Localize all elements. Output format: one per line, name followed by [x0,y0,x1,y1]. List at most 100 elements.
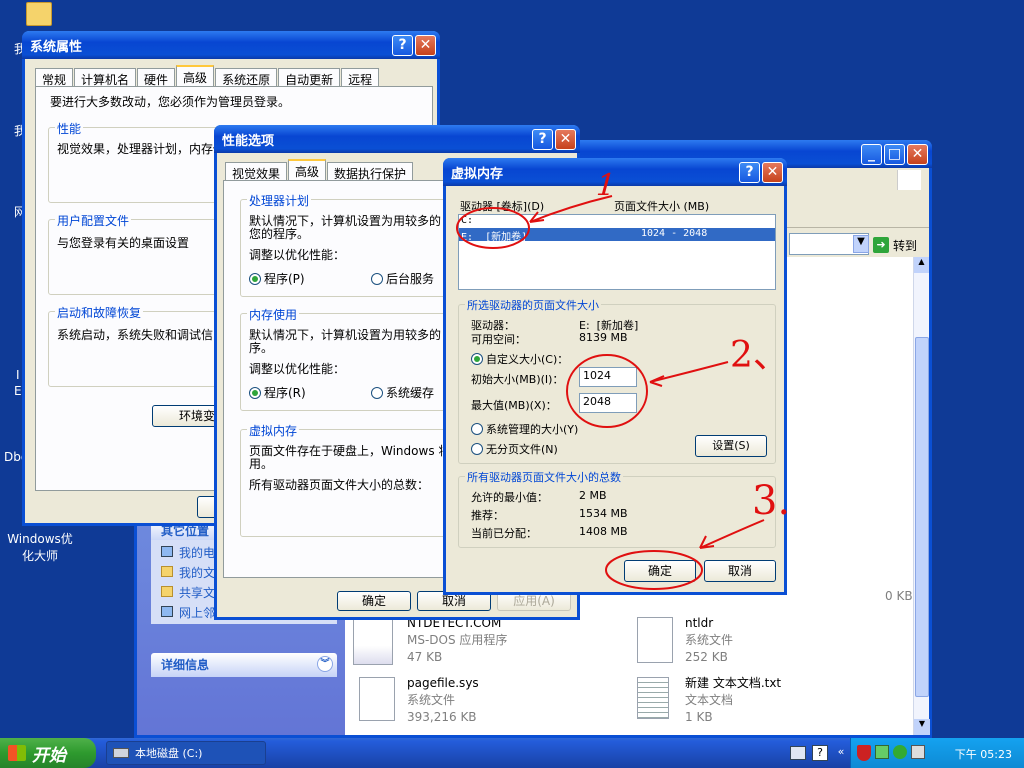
radio-system-managed[interactable]: 系统管理的大小(Y) [471,421,578,437]
max-size-label: 最大值(MB)(X)： [471,399,557,412]
sysprops-titlebar[interactable]: 系统属性 ? ✕ [22,31,440,59]
taskbar-task-local-disk[interactable]: 本地磁盘 (C:) [106,741,266,765]
space-value: 8139 MB [579,331,628,344]
start-label: 开始 [32,745,66,766]
places-link-my-computer[interactable]: 我的电 [161,544,215,561]
close-icon[interactable]: ✕ [555,128,576,150]
close-icon[interactable]: ✕ [762,161,783,183]
help-icon[interactable]: ? [392,34,413,56]
radio-dot[interactable] [371,272,383,285]
desktop-folder-icon[interactable] [26,2,52,26]
radio-dot[interactable] [471,423,483,435]
drive-row-c[interactable]: C: [459,215,775,228]
details-header[interactable]: 详细信息 ︾ [151,653,337,677]
group-text: 页面文件存在于硬盘上，Windows 将 [249,444,451,458]
close-icon[interactable]: ✕ [415,34,436,56]
radio-dot[interactable] [371,386,383,399]
radio-dot[interactable] [249,272,261,285]
help-icon[interactable]: ? [532,128,553,150]
chevron-expand-icon[interactable]: ︾ [317,656,333,672]
shield-icon[interactable] [857,745,871,761]
vertical-scrollbar[interactable]: ▲ ▼ [913,257,930,735]
go-label: 转到 [893,238,918,253]
group-text: 默认情况下，计算机设置为用较多的 [249,328,442,342]
radio-custom-size[interactable]: 自定义大小(C)： [471,351,568,367]
drive-list[interactable]: C: E: [新加卷] 1024 - 2048 [458,214,776,290]
windows-logo-icon [897,170,921,190]
antivirus-icon[interactable] [893,745,907,759]
current-allocated-label: 当前已分配： [471,527,537,540]
close-icon[interactable]: ✕ [907,143,928,165]
group-legend: 所选驱动器的页面文件大小 [465,297,601,313]
network-tray-icon[interactable] [875,745,889,759]
desktop-icon-label-fragment: E [14,384,22,398]
tray-collapse-icon[interactable]: « [834,745,848,761]
file-item[interactable]: NTDETECT.COM MS-DOS 应用程序 47 KB [407,615,507,666]
drive-icon [113,748,129,758]
file-icon-com[interactable] [353,617,393,665]
set-button[interactable]: 设置(S) [695,435,767,457]
tab-auto-update[interactable]: 自动更新 [278,68,341,87]
tab-computer-name[interactable]: 计算机名 [74,68,137,87]
chevron-down-icon[interactable]: ▼ [853,235,869,253]
window-title: 虚拟内存 [451,166,504,182]
tab-general[interactable]: 常规 [35,68,74,87]
group-text: 系统启动，系统失败和调试信， [57,328,226,342]
places-link-network[interactable]: 网上邻 [161,604,215,621]
desktop-icon-windows-optimizer[interactable]: Windows优 化大师 [2,530,78,564]
radio-programs[interactable]: 程序(P) [249,270,305,287]
places-link-shared[interactable]: 共享文 [161,584,215,601]
maximize-icon[interactable]: □ [884,143,905,165]
file-item[interactable]: ntldr 系统文件 252 KB [685,615,733,666]
file-item[interactable]: 新建 文本文档.txt 文本文档 1 KB [685,675,781,726]
radio-dot[interactable] [471,353,483,365]
perfopts-ok-button[interactable]: 确定 [337,591,411,611]
group-legend: 处理器计划 [247,192,312,209]
group-text: 视觉效果，处理器计划，内存使 [57,142,226,156]
file-icon-txt[interactable] [637,677,669,719]
file-icon-sys[interactable] [359,677,395,721]
tab-remote[interactable]: 远程 [341,68,380,87]
help-icon[interactable]: ? [739,161,760,183]
file-item[interactable]: pagefile.sys 系统文件 393,216 KB [407,675,479,726]
max-size-input[interactable]: 2048 [579,393,637,413]
keyboard-icon[interactable] [790,746,806,760]
initial-size-label: 初始大小(MB)(I)： [471,373,564,386]
radio-dot[interactable] [249,386,261,399]
go-button[interactable]: ➜ 转到 [873,235,927,255]
tab-hardware[interactable]: 硬件 [137,68,176,87]
help-tray-icon[interactable]: ? [812,745,828,761]
scrollbar-thumb[interactable] [915,337,929,697]
minimize-icon[interactable]: _ [861,143,882,165]
scrollbar-down-icon[interactable]: ▼ [914,719,930,735]
tab-advanced[interactable]: 高级 [288,159,327,180]
perfopts-titlebar[interactable]: 性能选项 ? ✕ [214,125,580,153]
tab-visual-effects[interactable]: 视觉效果 [225,162,288,181]
admin-note: 要进行大多数改动，您必须作为管理员登录。 [50,95,291,109]
radio-background-services[interactable]: 后台服务 [371,270,434,287]
radio-dot[interactable] [471,443,483,455]
tab-advanced[interactable]: 高级 [176,65,215,86]
places-link-my-documents[interactable]: 我的文 [161,564,215,581]
annotation-step-3: 3. [752,478,791,524]
radio-system-cache[interactable]: 系统缓存 [371,384,434,401]
clock[interactable]: 下午 05:23 [955,746,1012,762]
window-title: 性能选项 [222,133,275,149]
start-button[interactable]: 开始 [0,738,96,768]
volume-icon[interactable] [911,745,925,759]
drive-row-e[interactable]: E: [新加卷] 1024 - 2048 [459,228,775,243]
tab-system-restore[interactable]: 系统还原 [215,68,278,87]
radio-programs-memory[interactable]: 程序(R) [249,384,306,401]
group-text: 调整以优化性能： [249,248,346,262]
vmem-cancel-button[interactable]: 取消 [704,560,776,582]
scrollbar-up-icon[interactable]: ▲ [914,257,929,273]
selected-drive-group: 所选驱动器的页面文件大小 驱动器： E: [新加卷] 可用空间： 8139 MB… [458,297,776,464]
tab-dep[interactable]: 数据执行保护 [327,162,414,181]
file-icon-sys[interactable] [637,617,673,663]
initial-size-input[interactable]: 1024 [579,367,637,387]
group-legend: 性能 [55,120,84,137]
radio-no-paging-file[interactable]: 无分页文件(N) [471,441,558,457]
group-text: 序。 [249,341,274,355]
group-text: 您的程序。 [249,227,310,241]
vmem-ok-button[interactable]: 确定 [624,560,696,582]
